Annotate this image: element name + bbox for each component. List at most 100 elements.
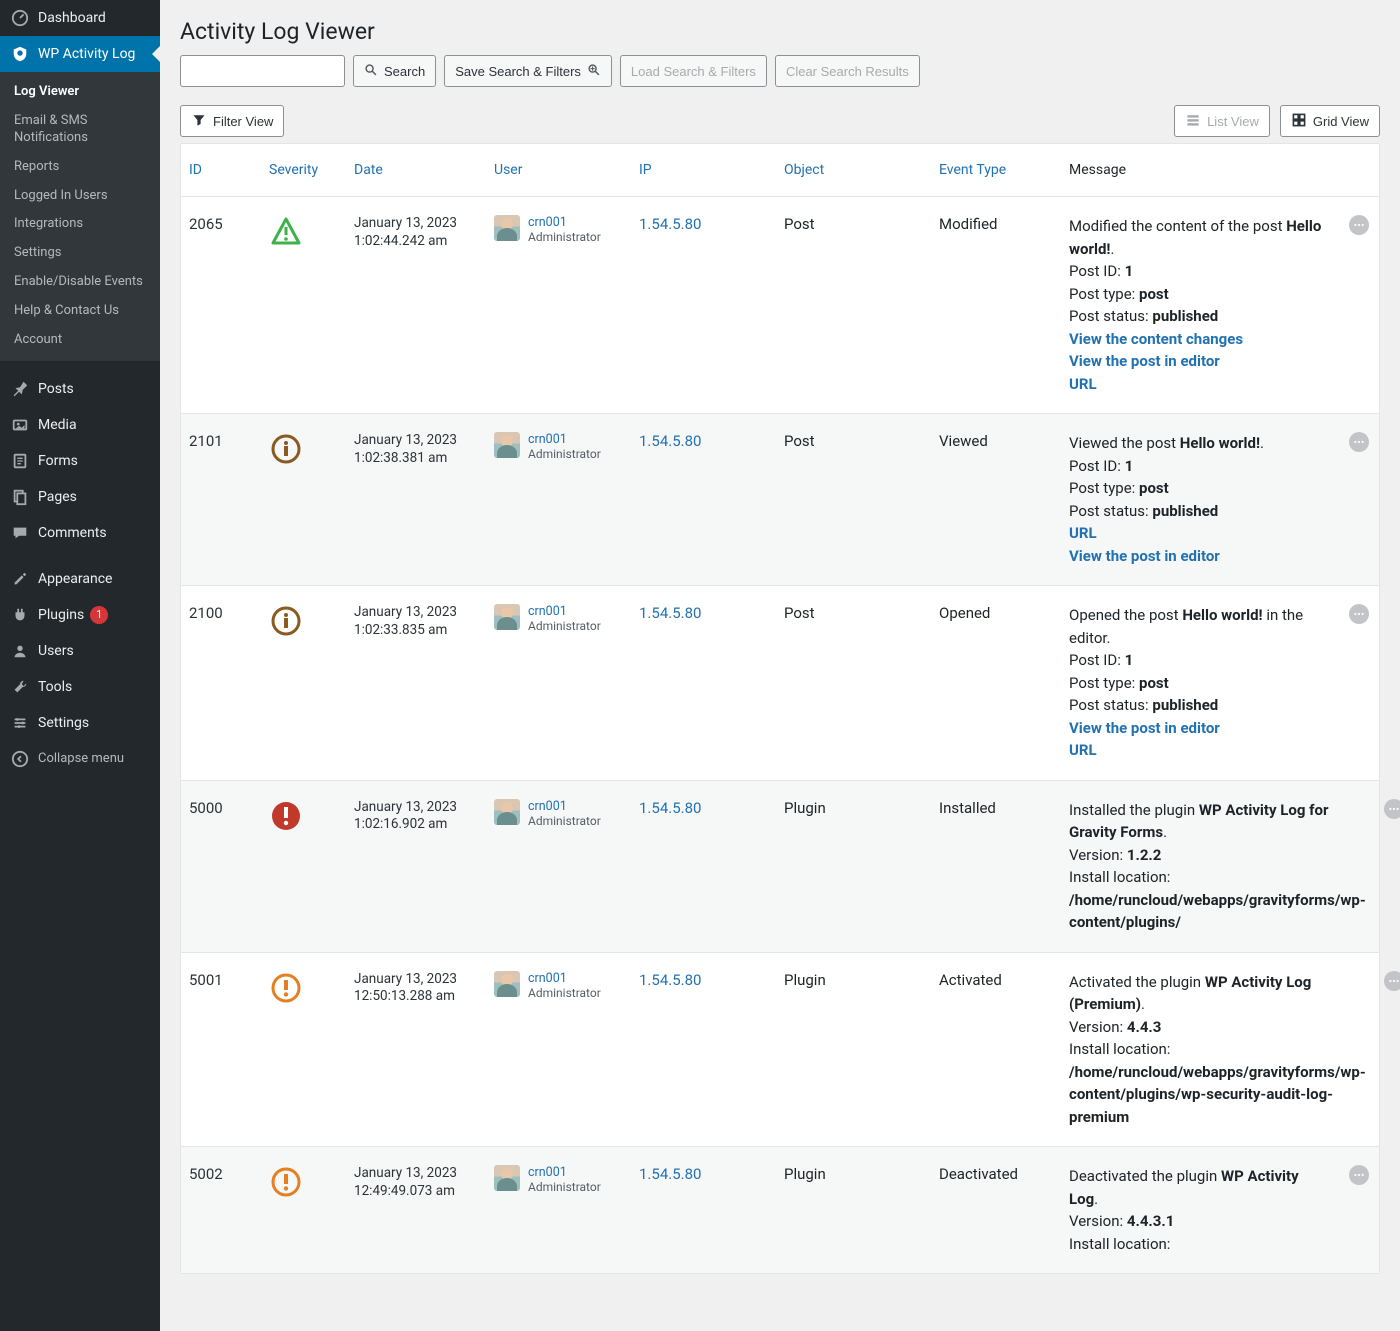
cell-severity: [261, 1165, 346, 1199]
row-more-button[interactable]: [1349, 1165, 1369, 1185]
menu-dashboard[interactable]: Dashboard: [0, 0, 160, 36]
filter-view-button[interactable]: Filter View: [180, 105, 284, 137]
ip-link[interactable]: 1.54.5.80: [639, 971, 701, 989]
row-more-button[interactable]: [1349, 432, 1369, 452]
search-button[interactable]: Search: [353, 55, 436, 87]
search-icon: [364, 63, 378, 80]
user-role: Administrator: [528, 814, 601, 828]
ip-link[interactable]: 1.54.5.80: [639, 799, 701, 817]
row-more-button[interactable]: [1384, 971, 1400, 991]
cell-severity: [261, 432, 346, 466]
menu-pages[interactable]: Pages: [0, 479, 160, 515]
page-title: Activity Log Viewer: [180, 18, 1380, 45]
submenu-account[interactable]: Account: [0, 326, 160, 355]
menu-label: Appearance: [38, 571, 112, 587]
cell-severity: [261, 604, 346, 638]
col-id[interactable]: ID: [181, 162, 261, 178]
ip-link[interactable]: 1.54.5.80: [639, 604, 701, 622]
menu-label: Settings: [38, 715, 89, 731]
table-row: 5000January 13, 20231:02:16.902 am crn00…: [181, 780, 1379, 952]
submenu-reports[interactable]: Reports: [0, 153, 160, 182]
row-more-button[interactable]: [1349, 604, 1369, 624]
user-link[interactable]: crn001: [528, 1165, 601, 1180]
menu-label: Comments: [38, 525, 107, 541]
menu-tools[interactable]: Tools: [0, 669, 160, 705]
grid-view-button[interactable]: Grid View: [1280, 105, 1380, 137]
submenu-settings[interactable]: Settings: [0, 239, 160, 268]
cell-severity: [261, 971, 346, 1005]
cell-id: 5001: [181, 971, 261, 989]
cell-event: Installed: [931, 799, 1061, 817]
cell-event: Viewed: [931, 432, 1061, 450]
message-link[interactable]: View the post in editor: [1069, 350, 1331, 373]
ip-link[interactable]: 1.54.5.80: [639, 432, 701, 450]
message-link[interactable]: URL: [1069, 373, 1331, 396]
row-more-button[interactable]: [1384, 799, 1400, 819]
pin-icon: [10, 379, 30, 399]
user-link[interactable]: crn001: [528, 971, 601, 986]
cell-date: January 13, 202312:49:49.073 am: [346, 1165, 486, 1200]
user-link[interactable]: crn001: [528, 432, 601, 447]
user-link[interactable]: crn001: [528, 604, 601, 619]
collapse-menu[interactable]: Collapse menu: [0, 741, 160, 777]
user-link[interactable]: crn001: [528, 215, 601, 230]
collapse-label: Collapse menu: [38, 751, 124, 766]
col-event[interactable]: Event Type: [931, 162, 1061, 178]
user-link[interactable]: crn001: [528, 799, 601, 814]
submenu-help[interactable]: Help & Contact Us: [0, 297, 160, 326]
menu-label: Pages: [38, 489, 77, 505]
load-filters-button[interactable]: Load Search & Filters: [620, 55, 767, 87]
message-link[interactable]: URL: [1069, 739, 1331, 762]
col-ip[interactable]: IP: [631, 162, 776, 178]
cell-event: Modified: [931, 215, 1061, 233]
menu-comments[interactable]: Comments: [0, 515, 160, 551]
view-bar: Filter View List View Grid View: [180, 105, 1380, 137]
submenu-notifications[interactable]: Email & SMS Notifications: [0, 107, 160, 153]
cell-event: Opened: [931, 604, 1061, 622]
appearance-icon: [10, 569, 30, 589]
menu-forms[interactable]: Forms: [0, 443, 160, 479]
message-link[interactable]: View the post in editor: [1069, 717, 1331, 740]
cell-event: Deactivated: [931, 1165, 1061, 1183]
message-link[interactable]: URL: [1069, 522, 1331, 545]
menu-posts[interactable]: Posts: [0, 371, 160, 407]
activity-log-table: ID Severity Date User IP Object Event Ty…: [180, 143, 1380, 1274]
menu-appearance[interactable]: Appearance: [0, 561, 160, 597]
cell-ip: 1.54.5.80: [631, 215, 776, 233]
ip-link[interactable]: 1.54.5.80: [639, 1165, 701, 1183]
submenu-enable-disable-events[interactable]: Enable/Disable Events: [0, 268, 160, 297]
col-date[interactable]: Date: [346, 162, 486, 178]
tools-icon: [10, 677, 30, 697]
search-input[interactable]: [180, 55, 345, 87]
submenu-integrations[interactable]: Integrations: [0, 210, 160, 239]
severity-info-icon: [269, 604, 303, 638]
submenu-logged-in-users[interactable]: Logged In Users: [0, 182, 160, 211]
save-filters-button[interactable]: Save Search & Filters: [444, 55, 612, 87]
cell-id: 2100: [181, 604, 261, 622]
menu-media[interactable]: Media: [0, 407, 160, 443]
cell-user: crn001 Administrator: [486, 604, 631, 633]
col-severity[interactable]: Severity: [261, 162, 346, 178]
cell-user: crn001 Administrator: [486, 971, 631, 1000]
avatar: [494, 215, 520, 241]
menu-label: Dashboard: [38, 10, 106, 26]
list-view-button[interactable]: List View: [1174, 105, 1270, 137]
cell-date: January 13, 20231:02:44.242 am: [346, 215, 486, 250]
message-link[interactable]: View the content changes: [1069, 328, 1331, 351]
message-link[interactable]: View the post in editor: [1069, 545, 1331, 568]
cell-ip: 1.54.5.80: [631, 1165, 776, 1183]
col-object[interactable]: Object: [776, 162, 931, 178]
col-user[interactable]: User: [486, 162, 631, 178]
row-more-button[interactable]: [1349, 215, 1369, 235]
cell-date: January 13, 202312:50:13.288 am: [346, 971, 486, 1006]
severity-critical-icon: [269, 799, 303, 833]
menu-label: Forms: [38, 453, 78, 469]
ip-link[interactable]: 1.54.5.80: [639, 215, 701, 233]
menu-wp-activity-log[interactable]: WP Activity Log: [0, 36, 160, 72]
menu-settings[interactable]: Settings: [0, 705, 160, 741]
submenu-log-viewer[interactable]: Log Viewer: [0, 78, 160, 107]
avatar: [494, 432, 520, 458]
menu-users[interactable]: Users: [0, 633, 160, 669]
menu-plugins[interactable]: Plugins 1: [0, 597, 160, 633]
clear-results-button[interactable]: Clear Search Results: [775, 55, 920, 87]
